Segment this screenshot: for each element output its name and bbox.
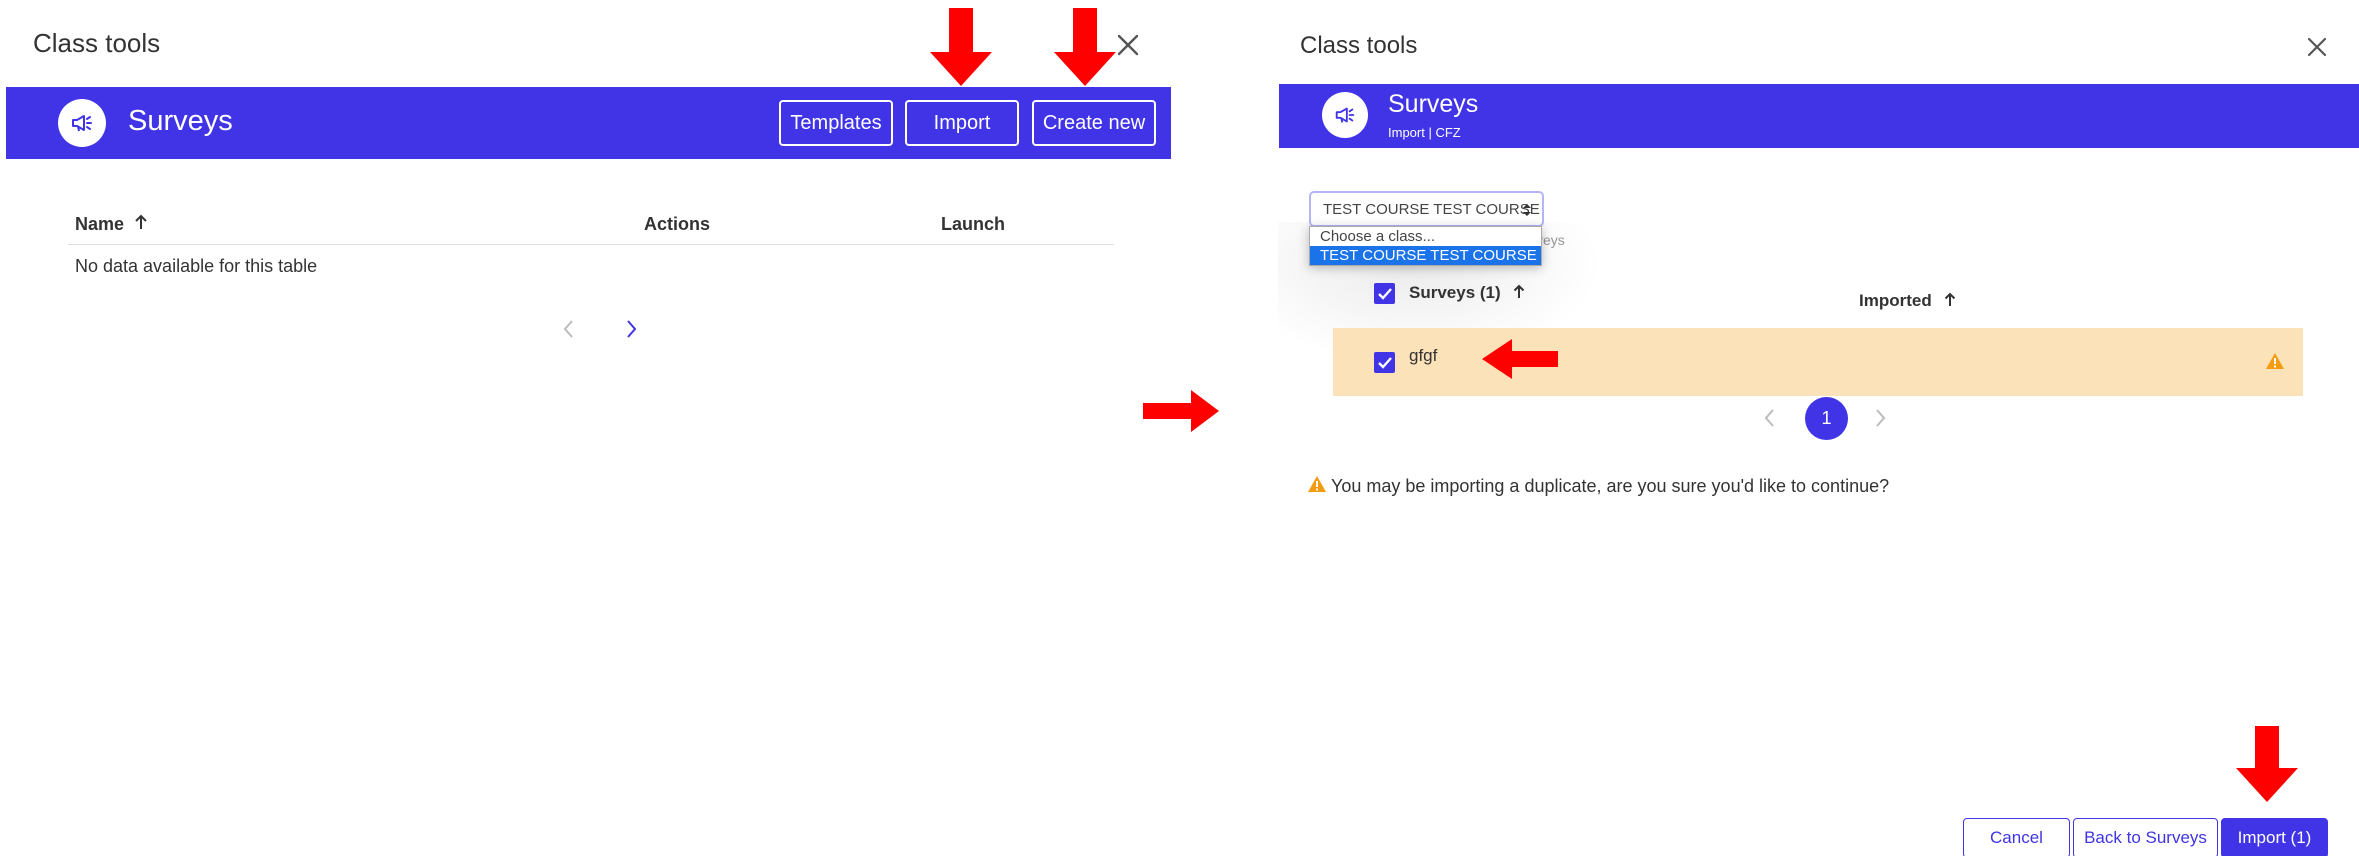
next-page-icon[interactable] [1871,407,1889,429]
prev-page-icon[interactable] [1761,407,1779,429]
templates-button[interactable]: Templates [779,100,893,146]
sort-up-arrow-icon[interactable] [1944,291,1956,312]
select-arrows-icon [1522,202,1532,222]
class-select[interactable]: TEST COURSE TEST COURSE [1309,191,1544,227]
warning-icon [2266,353,2284,374]
left-banner-title: Surveys [128,105,233,137]
duplicate-warning-text: You may be importing a duplicate, are yo… [1331,476,1890,496]
left-close-icon[interactable] [1114,31,1142,59]
annotation-arrow-left-icon [1482,339,1558,384]
col-header-surveys[interactable]: Surveys (1) [1409,283,1525,304]
table-header-divider [68,244,1114,245]
class-option-selected[interactable]: TEST COURSE TEST COURSE [1310,246,1541,265]
row-checkbox[interactable] [1374,352,1395,373]
duplicate-warning: You may be importing a duplicate, are yo… [1308,476,1889,497]
class-select-dropdown: Choose a class... TEST COURSE TEST COURS… [1309,226,1542,266]
col-header-imported[interactable]: Imported [1859,291,1956,312]
select-all-checkbox[interactable] [1374,283,1395,304]
import-button[interactable]: Import [905,100,1019,146]
right-dialog-title: Class tools [1300,32,1418,59]
class-select-value: TEST COURSE TEST COURSE [1323,200,1540,218]
sort-up-arrow-icon[interactable] [1513,283,1525,304]
import-submit-button[interactable]: Import (1) [2221,818,2328,856]
sort-up-arrow-icon[interactable] [134,214,148,235]
warning-icon [1308,476,1326,497]
page-number-button[interactable]: 1 [1805,397,1848,440]
left-dialog-title: Class tools [33,28,161,58]
right-close-icon[interactable] [2304,34,2330,60]
survey-name: gfgf [1409,346,1438,365]
col-header-launch: Launch [941,214,1006,234]
annotation-arrow-down-icon [1054,8,1116,91]
empty-table-message: No data available for this table [75,256,318,276]
annotation-arrow-down-icon [930,8,992,91]
left-surveys-banner: Surveys Templates Import Create new [6,87,1171,159]
right-banner-subtitle: Import | CFZ [1388,125,1461,140]
right-banner-title: Surveys [1388,90,1479,118]
megaphone-icon [1322,92,1368,138]
next-page-icon[interactable] [622,318,640,340]
back-to-surveys-button[interactable]: Back to Surveys [2073,818,2218,856]
col-header-name-label: Name [75,214,125,234]
megaphone-icon [58,99,106,147]
prev-page-icon[interactable] [560,318,578,340]
col-header-name[interactable]: Name [75,214,148,235]
annotation-arrow-down-icon [2236,726,2298,807]
cancel-button[interactable]: Cancel [1963,818,2070,856]
right-surveys-banner: Surveys Import | CFZ [1279,84,2359,148]
col-header-actions: Actions [644,214,711,234]
col-header-surveys-label: Surveys (1) [1409,283,1501,302]
table-row[interactable]: gfgf [1333,328,2303,396]
annotation-arrow-right-icon [1143,390,1219,437]
create-new-button[interactable]: Create new [1032,100,1156,146]
col-header-imported-label: Imported [1859,291,1932,310]
class-option[interactable]: Choose a class... [1310,227,1541,246]
